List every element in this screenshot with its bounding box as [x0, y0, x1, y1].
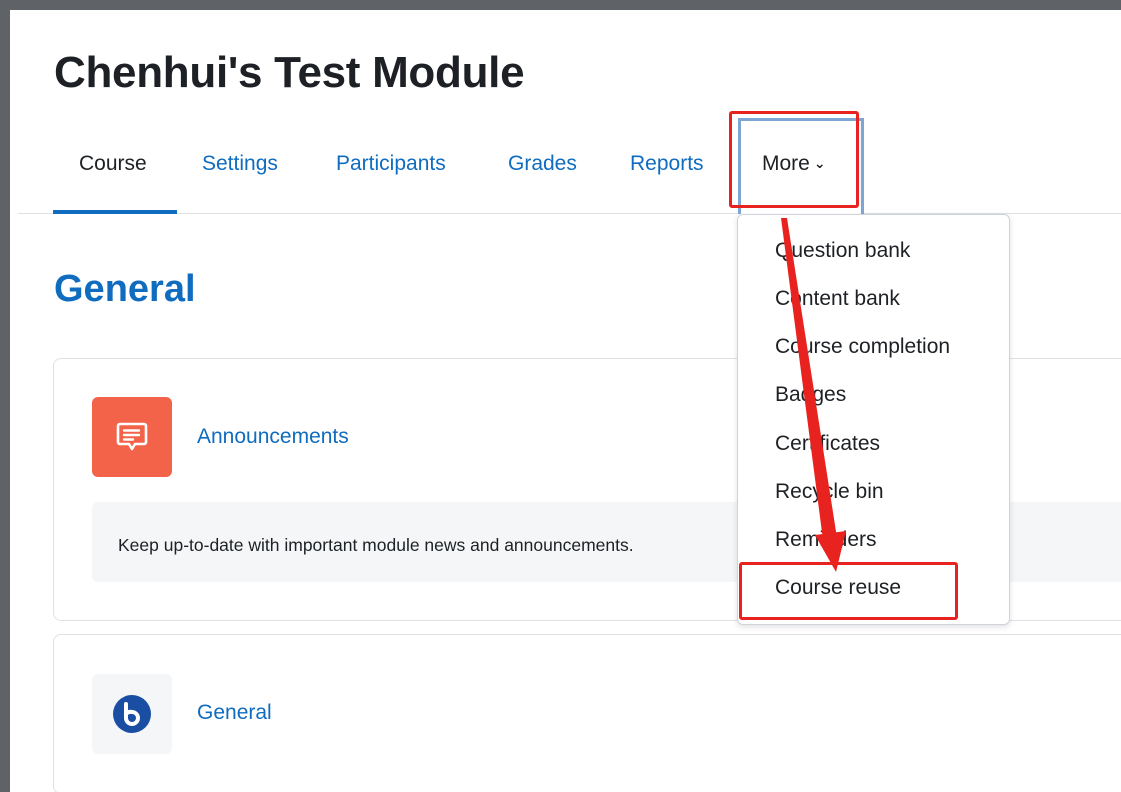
window-frame-left: [0, 0, 10, 792]
tab-settings[interactable]: Settings: [202, 152, 278, 176]
more-dropdown-menu: [737, 214, 1010, 625]
chevron-down-icon: ⌄: [813, 155, 826, 171]
tab-course[interactable]: Course: [79, 152, 147, 176]
more-text: More: [762, 152, 810, 175]
window-frame-top: [0, 0, 1121, 10]
activity-link-announcements[interactable]: Announcements: [197, 425, 349, 449]
section-title: General: [54, 268, 196, 310]
menu-item-reminders[interactable]: Reminders: [775, 528, 877, 552]
menu-item-question-bank[interactable]: Question bank: [775, 239, 910, 263]
menu-item-content-bank[interactable]: Content bank: [775, 287, 900, 311]
tab-reports[interactable]: Reports: [630, 152, 704, 176]
page-title: Chenhui's Test Module: [54, 48, 525, 97]
activity-link-general[interactable]: General: [197, 701, 272, 725]
tab-grades[interactable]: Grades: [508, 152, 577, 176]
tab-participants[interactable]: Participants: [336, 152, 446, 176]
menu-item-badges[interactable]: Badges: [775, 383, 846, 407]
menu-item-recycle-bin[interactable]: Recycle bin: [775, 480, 884, 504]
menu-item-course-completion[interactable]: Course completion: [775, 335, 950, 359]
active-tab-indicator: [53, 210, 177, 214]
menu-item-course-reuse[interactable]: Course reuse: [775, 576, 901, 600]
activity-description: Keep up-to-date with important module ne…: [118, 535, 634, 555]
tab-more-label[interactable]: More ⌄: [762, 152, 826, 176]
forum-chat-icon: [92, 397, 172, 477]
menu-item-certificates[interactable]: Certificates: [775, 432, 880, 456]
bigbluebutton-icon: [92, 674, 172, 754]
